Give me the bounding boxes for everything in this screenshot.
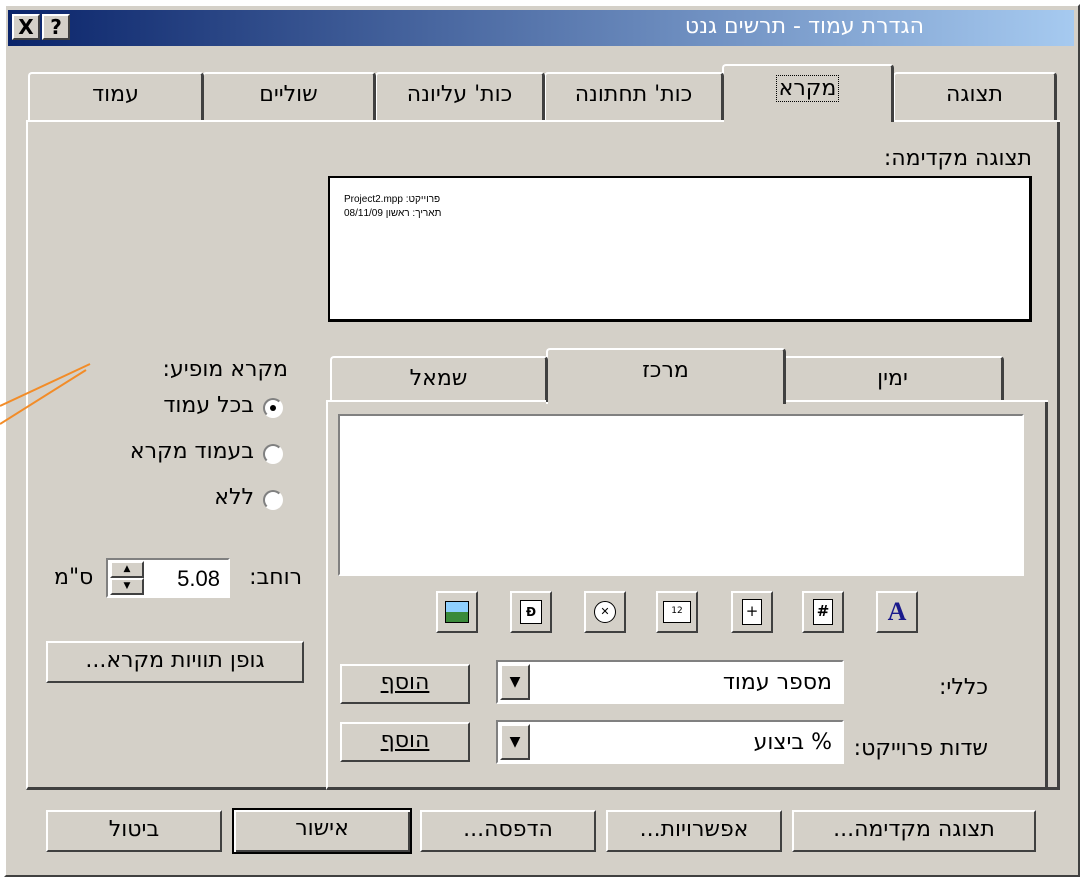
preview-line-2: תאריך: ראשון 08/11/09: [344, 208, 442, 219]
general-add-button[interactable]: הוסף: [340, 664, 470, 704]
width-label: רוחב:: [249, 565, 302, 590]
project-fields-label: שדות פרוייקט:: [853, 736, 988, 761]
tab-legend[interactable]: מקרא: [722, 64, 894, 122]
tab-page[interactable]: עמוד: [28, 72, 204, 120]
page-number-icon: #: [813, 599, 833, 625]
title-bar[interactable]: X ? הגדרת עמוד - תרשים גנט: [8, 10, 1074, 46]
center-text-area[interactable]: [338, 414, 1024, 576]
tab-footer[interactable]: כות' תחתונה: [544, 72, 724, 120]
file-name-button[interactable]: Ð: [510, 591, 552, 633]
time-icon: ✕: [594, 601, 616, 623]
general-label: כללי:: [939, 675, 988, 700]
project-fields-add-button[interactable]: הוסף: [340, 722, 470, 762]
tab-left[interactable]: שמאל: [330, 356, 548, 402]
preview-line-1: פרוייקט: Project2.mpp: [344, 194, 441, 205]
radio-legend-page-label: בעמוד מקרא: [129, 439, 254, 464]
font-button[interactable]: A: [876, 591, 918, 633]
project-fields-add-label: הוסף: [380, 728, 430, 753]
align-panel-top-left: [326, 400, 546, 402]
project-fields-value: % ביצוע: [753, 730, 832, 755]
options-button[interactable]: אפשרויות...: [606, 810, 782, 852]
print-preview-button[interactable]: תצוגה מקדימה...: [792, 810, 1036, 852]
tab-margins[interactable]: שוליים: [202, 72, 376, 120]
project-fields-combo[interactable]: % ביצוע ▼: [496, 720, 844, 764]
general-dropdown-arrow[interactable]: ▼: [500, 664, 530, 700]
picture-icon: [445, 601, 469, 623]
total-pages-icon: +: [742, 599, 762, 625]
time-button[interactable]: ✕: [584, 591, 626, 633]
help-button[interactable]: ?: [42, 14, 70, 40]
project-fields-dropdown-arrow[interactable]: ▼: [500, 724, 530, 760]
date-icon: 12: [663, 601, 691, 623]
total-pages-button[interactable]: +: [731, 591, 773, 633]
tab-header[interactable]: כות' עליונה: [375, 72, 545, 120]
width-value: 5.08: [177, 566, 220, 591]
radio-none[interactable]: [263, 490, 283, 510]
general-add-label: הוסף: [380, 670, 430, 695]
width-unit: ס"מ: [54, 565, 94, 590]
radio-legend-page[interactable]: [263, 444, 283, 464]
window-title: הגדרת עמוד - תרשים גנט: [684, 14, 924, 39]
spin-down-button[interactable]: ▼: [110, 578, 144, 595]
radio-none-label: ללא: [214, 485, 254, 510]
cancel-button[interactable]: ביטול: [46, 810, 222, 852]
general-combo[interactable]: מספר עמוד ▼: [496, 660, 844, 704]
tab-legend-label: מקרא: [775, 75, 840, 102]
general-value: מספר עמוד: [722, 670, 832, 695]
tab-center[interactable]: מרכז: [546, 348, 786, 404]
ok-button[interactable]: אישור: [232, 808, 412, 854]
page-number-button[interactable]: #: [802, 591, 844, 633]
spin-up-button[interactable]: ▲: [110, 561, 144, 578]
preview-box: פרוייקט: Project2.mpp תאריך: ראשון 08/11…: [328, 176, 1032, 322]
close-button[interactable]: X: [12, 14, 40, 40]
annotation-arrow: [0, 363, 91, 425]
panel-top-edge-right: [894, 120, 1060, 122]
preview-label: תצוגה מקדימה:: [883, 146, 1032, 171]
panel-top-edge-left: [26, 120, 722, 122]
tab-view[interactable]: תצוגה: [893, 72, 1057, 120]
file-name-icon: Ð: [520, 600, 542, 624]
tab-right[interactable]: ימין: [782, 356, 1004, 402]
print-button[interactable]: הדפסה...: [420, 810, 596, 852]
width-field[interactable]: 5.08 ▲ ▼: [106, 558, 230, 598]
font-icon: A: [887, 597, 907, 626]
radio-every-page[interactable]: [263, 398, 283, 418]
legend-font-button[interactable]: גופן תוויות מקרא...: [46, 641, 304, 683]
legend-on-label: מקרא מופיע:: [162, 357, 288, 382]
align-panel-top-right: [786, 400, 1048, 402]
date-button[interactable]: 12: [656, 591, 698, 633]
picture-button[interactable]: [436, 591, 478, 633]
radio-every-page-label: בכל עמוד: [163, 393, 254, 418]
